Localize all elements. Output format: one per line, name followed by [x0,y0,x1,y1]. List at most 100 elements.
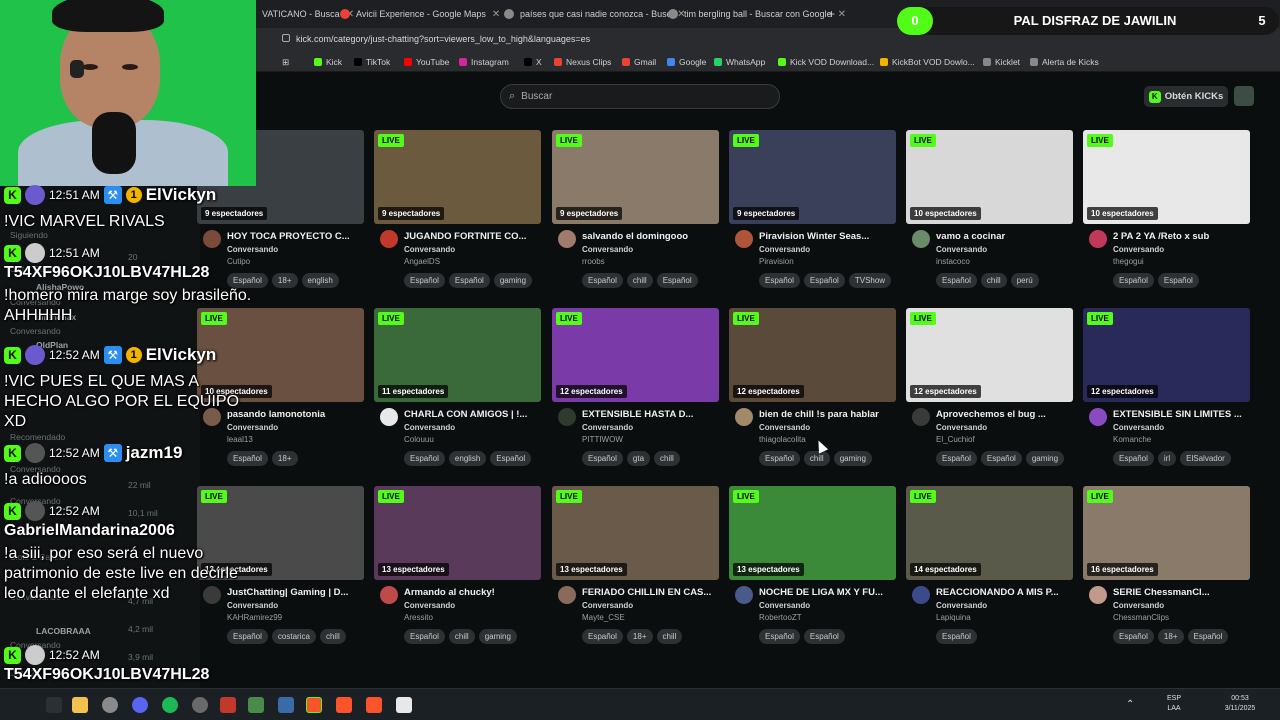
brave-browser-icon[interactable] [336,697,352,713]
stream-thumbnail[interactable]: LIVE 9 espectadores [729,130,896,224]
tag-chip[interactable]: Español [936,629,977,644]
tag-chip[interactable]: english [448,451,487,466]
clock-time[interactable]: 00:53 [1220,695,1260,702]
tag-chip[interactable]: Español [980,451,1022,466]
lang-top[interactable]: ESP [1164,695,1184,702]
stream-category[interactable]: Conversando [759,601,810,610]
channel-name[interactable]: Komanche [1113,435,1151,444]
channel-avatar[interactable] [558,408,576,426]
channel-avatar[interactable] [912,408,930,426]
tab-avicii-maps[interactable]: Avicii Experience - Google Maps ✕ [340,4,500,24]
stream-card[interactable]: LIVE 12 espectadores Aprovechemos el bug .… [906,308,1073,468]
stream-thumbnail[interactable]: LIVE 13 espectadores [374,486,541,580]
stream-title[interactable]: 2 PA 2 YA /Reto x sub [1113,231,1249,242]
tag-chip[interactable]: Español [582,629,623,644]
stream-title[interactable]: bien de chill !s para hablar [759,409,895,420]
tag-chip[interactable]: TVShow [848,273,892,288]
tag-chip[interactable]: Español [1187,629,1229,644]
bookmark-item[interactable]: Kick [314,57,342,67]
user-avatar[interactable] [1234,86,1254,106]
chat-username[interactable]: ElVickyn [146,185,217,205]
bookmark-item[interactable]: TikTok [354,57,390,67]
tag-chip[interactable]: gta [626,451,651,466]
stream-thumbnail[interactable]: LIVE 11 espectadores [374,308,541,402]
stream-title[interactable]: vamo a cocinar [936,231,1072,242]
search-input[interactable]: ⌕ Buscar [500,84,780,109]
stream-category[interactable]: Conversando [582,423,633,432]
channel-avatar[interactable] [558,230,576,248]
brave-browser-icon[interactable] [366,697,382,713]
bookmark-item[interactable]: Kick VOD Download... [778,57,874,67]
tag-chip[interactable]: Español [936,451,977,466]
stream-card[interactable]: LIVE 10 espectadores 2 PA 2 YA /Reto x sub… [1083,130,1250,290]
stream-category[interactable]: Conversando [404,601,455,610]
document-icon[interactable] [396,697,412,713]
stream-thumbnail[interactable]: LIVE 10 espectadores [906,130,1073,224]
tag-chip[interactable]: chill [980,273,1007,288]
stream-card[interactable]: LIVE 12 espectadores EXTENSIBLE HASTA D...… [552,308,719,468]
bookmark-item[interactable]: Google [667,57,706,67]
tag-chip[interactable]: perú [1010,273,1039,288]
apps-grid-icon[interactable]: ⊞ [282,57,289,68]
stream-title[interactable]: Aprovechemos el bug ... [936,409,1072,420]
stream-card[interactable]: LIVE 12 espectadores bien de chill !s para… [729,308,896,468]
stream-title[interactable]: JUGANDO FORTNITE CO... [404,231,540,242]
stream-title[interactable]: EXTENSIBLE SIN LIMITES ... [1113,409,1249,420]
stream-card[interactable]: LIVE 16 espectadores SERIE ChessmanCl... Co… [1083,486,1250,646]
stream-category[interactable]: Conversando [759,245,810,254]
tag-chip[interactable]: Español [582,451,623,466]
tag-chip[interactable]: Español [404,273,445,288]
channel-avatar[interactable] [1089,408,1107,426]
stream-title[interactable]: EXTENSIBLE HASTA D... [582,409,718,420]
tag-chip[interactable]: english [301,273,339,288]
tag-chip[interactable]: Español [1113,629,1154,644]
channel-avatar[interactable] [558,586,576,604]
channel-avatar[interactable] [1089,586,1107,604]
stream-thumbnail[interactable]: LIVE 9 espectadores [552,130,719,224]
stream-card[interactable]: LIVE 13 espectadores FERIADO CHILLIN EN CA… [552,486,719,646]
chevron-up-icon[interactable]: ⌃ [1126,699,1134,710]
stream-thumbnail[interactable]: LIVE 14 espectadores [906,486,1073,580]
stream-category[interactable]: Conversando [936,245,987,254]
url-field[interactable]: kick.com/category/just-chatting?sort=vie… [296,34,590,44]
app-icon[interactable] [278,697,294,713]
stream-thumbnail[interactable]: LIVE 10 espectadores [1083,130,1250,224]
tag-chip[interactable]: chill [448,629,475,644]
channel-name[interactable]: thiagolacolita [759,435,806,444]
tag-chip[interactable]: 18+ [1157,629,1184,644]
bookmark-item[interactable]: WhatsApp [714,57,765,67]
lang-bottom[interactable]: LAA [1164,705,1184,712]
tag-chip[interactable]: Español [582,273,623,288]
channel-avatar[interactable] [380,408,398,426]
channel-avatar[interactable] [912,230,930,248]
tab-tim-bergling[interactable]: tim bergling ball - Buscar con Google ✕ [668,4,846,24]
channel-name[interactable]: Colouuu [404,435,434,444]
get-kicks-button[interactable]: K Obtén KICKs [1144,86,1228,107]
tag-chip[interactable]: gaming [1025,451,1065,466]
tag-chip[interactable]: ElSalvador [1180,451,1231,466]
search-icon[interactable] [46,697,62,713]
channel-name[interactable]: Piravision [759,257,794,266]
tag-chip[interactable]: chill [319,629,346,644]
close-icon[interactable]: ✕ [492,9,500,20]
tag-chip[interactable]: Español [404,451,445,466]
channel-name[interactable]: thegogui [1113,257,1144,266]
channel-name[interactable]: rroobs [582,257,605,266]
stream-category[interactable]: Conversando [936,601,987,610]
tag-chip[interactable]: irl [1157,451,1177,466]
stream-category[interactable]: Conversando [1113,423,1164,432]
channel-avatar[interactable] [380,586,398,604]
tag-chip[interactable]: chill [654,451,680,466]
brave-browser-icon[interactable] [306,697,322,713]
chat-username[interactable]: ElVickyn [146,345,217,365]
tag-chip[interactable]: Español [404,629,445,644]
channel-name[interactable]: Aressito [404,613,433,622]
app-icon[interactable] [220,697,236,713]
channel-name[interactable]: ChessmanClips [1113,613,1169,622]
tag-chip[interactable]: 18+ [271,451,298,466]
stream-title[interactable]: REACCIONANDO A MIS P... [936,587,1072,598]
stream-category[interactable]: Conversando [759,423,810,432]
stream-thumbnail[interactable]: LIVE 9 espectadores [374,130,541,224]
stream-thumbnail[interactable]: LIVE 13 espectadores [729,486,896,580]
tag-chip[interactable]: Español [803,273,845,288]
